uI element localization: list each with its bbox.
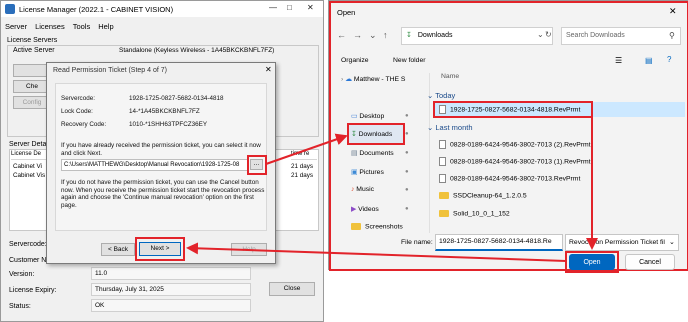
arrow-browse-to-downloads: [265, 133, 348, 165]
arrow-open-to-next: [186, 242, 567, 262]
annotation-arrows: [186, 116, 598, 262]
